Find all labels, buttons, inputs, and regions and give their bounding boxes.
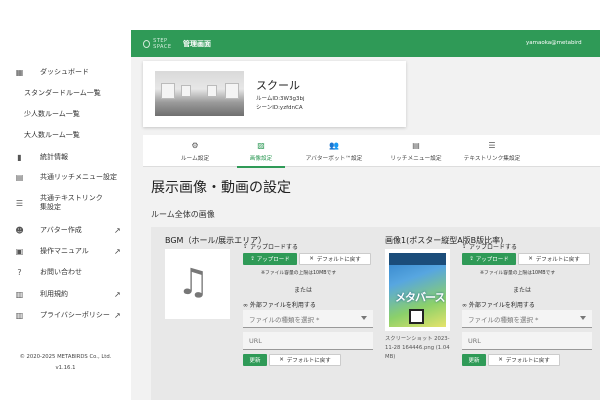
dashboard-icon: ▦ bbox=[15, 67, 24, 77]
upload-button[interactable]: ⇪ アップロード bbox=[243, 253, 297, 265]
copyright: © 2020-2025 METABIRDS Co., Ltd. v1.16.1 bbox=[0, 352, 131, 374]
room-thumbnail bbox=[155, 71, 244, 116]
page-title: 展示画像・動画の設定 bbox=[151, 180, 291, 196]
update-button[interactable]: 更新 bbox=[243, 354, 267, 366]
chevron-down-icon bbox=[361, 316, 367, 320]
section-title: ルーム全体の画像 bbox=[151, 210, 215, 219]
poster-image: メタバース bbox=[389, 253, 446, 327]
qr-code-icon bbox=[409, 309, 424, 324]
poster-decor bbox=[389, 253, 446, 265]
main-content: スクール ルームID:3W3g3bj シーンID:yzfdnCA ⚙ ルーム設定… bbox=[131, 57, 600, 400]
url-input[interactable]: URL bbox=[243, 332, 373, 350]
upload-icon: ⇪ bbox=[243, 243, 249, 250]
file-size-note: ※ファイル容量の上限は10MBです bbox=[480, 271, 556, 276]
room-name: スクール bbox=[256, 79, 300, 92]
sidebar-item-small-rooms[interactable]: 少人数ルーム一覧 bbox=[0, 108, 131, 120]
scene-id: シーンID:yzfdnCA bbox=[256, 105, 303, 111]
reset-default-button[interactable]: ✕ デフォルトに戻す bbox=[488, 354, 560, 366]
bar-chart-icon: ▮ bbox=[17, 152, 22, 162]
sidebar-item-terms[interactable]: ▥ 利用規約 ↗ bbox=[0, 288, 131, 300]
room-art-decor bbox=[225, 83, 239, 99]
document-icon: ▥ bbox=[15, 310, 24, 320]
list-icon: ☰ bbox=[488, 140, 496, 150]
manual-icon: ▣ bbox=[15, 246, 24, 256]
room-card: スクール ルームID:3W3g3bj シーンID:yzfdnCA bbox=[143, 61, 406, 127]
external-link-icon: ↗ bbox=[114, 289, 121, 299]
close-icon: ✕ bbox=[279, 357, 284, 363]
list-icon: ☰ bbox=[15, 198, 24, 208]
gear-icon: ⚙ bbox=[191, 140, 199, 150]
settings-tabs: ⚙ ルーム設定 ▨ 画像設定 👥 アバターボット™設定 ▤ リッチメニュー設定 … bbox=[143, 135, 600, 168]
url-input[interactable]: URL bbox=[462, 332, 592, 350]
version: v1.16.1 bbox=[55, 365, 76, 371]
sidebar-item-rich-menu[interactable]: ▤ 共通リッチメニュー設定 bbox=[0, 171, 131, 183]
tab-text-links[interactable]: ☰ テキストリンク集設定 bbox=[449, 135, 535, 167]
upload-button[interactable]: ⇪ アップロード bbox=[462, 253, 516, 265]
external-link-icon: ↗ bbox=[114, 225, 121, 235]
poster-preview[interactable]: メタバース bbox=[385, 249, 450, 331]
close-icon: ✕ bbox=[309, 256, 314, 262]
logo[interactable]: STEP SPACE bbox=[143, 38, 183, 50]
upload-heading: ⇪ アップロードする bbox=[243, 243, 299, 251]
sidebar-item-text-links[interactable]: ☰ 共通テキストリンク集設定 bbox=[0, 192, 131, 214]
book-icon: ▤ bbox=[412, 140, 420, 150]
room-art-decor bbox=[161, 83, 175, 99]
book-icon: ▤ bbox=[15, 172, 24, 182]
sidebar-item-standard-rooms[interactable]: スタンダードルーム一覧 bbox=[0, 87, 131, 99]
external-file-heading: ∞ 外部ファイルを利用する bbox=[243, 302, 316, 309]
external-link-icon: ↗ bbox=[114, 310, 121, 320]
user-account[interactable]: yamaoka@metabird bbox=[526, 40, 582, 46]
reset-default-button[interactable]: ✕ デフォルトに戻す bbox=[269, 354, 341, 366]
tab-rich-menu[interactable]: ▤ リッチメニュー設定 bbox=[383, 135, 449, 167]
room-art-decor bbox=[207, 85, 217, 97]
sidebar-item-privacy[interactable]: ▥ プライバシーポリシー ↗ bbox=[0, 309, 131, 321]
or-divider: または bbox=[513, 287, 532, 294]
music-note-icon: ♫ bbox=[177, 262, 210, 303]
sidebar-item-large-rooms[interactable]: 大人数ルーム一覧 bbox=[0, 129, 131, 141]
logo-mark-icon bbox=[143, 39, 151, 48]
link-icon: ∞ bbox=[462, 302, 467, 309]
app-header: STEP SPACE 管理画面 yamaoka@metabird bbox=[131, 30, 600, 57]
image-icon: ▨ bbox=[257, 140, 265, 150]
avatar-icon: ☻ bbox=[15, 225, 24, 235]
tab-room-settings[interactable]: ⚙ ルーム設定 bbox=[153, 135, 237, 167]
tab-avatar-bot[interactable]: 👥 アバターボット™設定 bbox=[285, 135, 383, 167]
close-icon: ✕ bbox=[498, 357, 503, 363]
chevron-down-icon bbox=[580, 316, 586, 320]
sidebar-item-statistics[interactable]: ▮ 統計情報 bbox=[0, 151, 131, 163]
room-art-decor bbox=[181, 85, 191, 97]
sidebar: ▦ ダッシュボード スタンダードルーム一覧 少人数ルーム一覧 大人数ルーム一覧 … bbox=[0, 0, 131, 400]
bgm-preview[interactable]: ♫ bbox=[165, 249, 230, 319]
close-icon: ✕ bbox=[528, 256, 533, 262]
link-icon: ∞ bbox=[243, 302, 248, 309]
people-icon: 👥 bbox=[329, 140, 339, 150]
sidebar-item-avatar[interactable]: ☻ アバター作成 ↗ bbox=[0, 224, 131, 236]
upload-icon: ⇪ bbox=[250, 256, 255, 262]
sidebar-item-contact[interactable]: ? お問い合わせ bbox=[0, 266, 131, 278]
file-size-note: ※ファイル容量の上限は10MBです bbox=[261, 271, 337, 276]
header-title: 管理画面 bbox=[183, 40, 211, 48]
upload-icon: ⇪ bbox=[462, 243, 468, 250]
sidebar-item-manual[interactable]: ▣ 操作マニュアル ↗ bbox=[0, 245, 131, 257]
upload-icon: ⇪ bbox=[469, 256, 474, 262]
tab-image-settings[interactable]: ▨ 画像設定 bbox=[237, 135, 285, 168]
room-id: ルームID:3W3g3bj bbox=[256, 96, 305, 102]
file-caption: スクリーンショット 2023-11-28 164446.png (1.04 MB… bbox=[385, 336, 450, 360]
app-frame: ▦ ダッシュボード スタンダードルーム一覧 少人数ルーム一覧 大人数ルーム一覧 … bbox=[0, 0, 600, 400]
file-type-select[interactable]: ファイルの種類を選択 * bbox=[462, 310, 592, 328]
external-file-heading: ∞ 外部ファイルを利用する bbox=[462, 302, 535, 309]
sidebar-item-dashboard[interactable]: ▦ ダッシュボード bbox=[0, 66, 131, 78]
reset-default-button[interactable]: ✕ デフォルトに戻す bbox=[518, 253, 590, 265]
document-icon: ▥ bbox=[15, 289, 24, 299]
upload-heading: ⇪ アップロードする bbox=[462, 243, 518, 251]
image-settings-panel: BGM（ホール/展示エリア） ♫ ⇪ アップロードする ⇪ アップロード ✕ デ… bbox=[151, 227, 600, 400]
file-type-select[interactable]: ファイルの種類を選択 * bbox=[243, 310, 373, 328]
or-divider: または bbox=[294, 287, 313, 294]
reset-default-button[interactable]: ✕ デフォルトに戻す bbox=[299, 253, 371, 265]
external-link-icon: ↗ bbox=[114, 246, 121, 256]
update-button[interactable]: 更新 bbox=[462, 354, 486, 366]
help-icon: ? bbox=[17, 267, 22, 277]
